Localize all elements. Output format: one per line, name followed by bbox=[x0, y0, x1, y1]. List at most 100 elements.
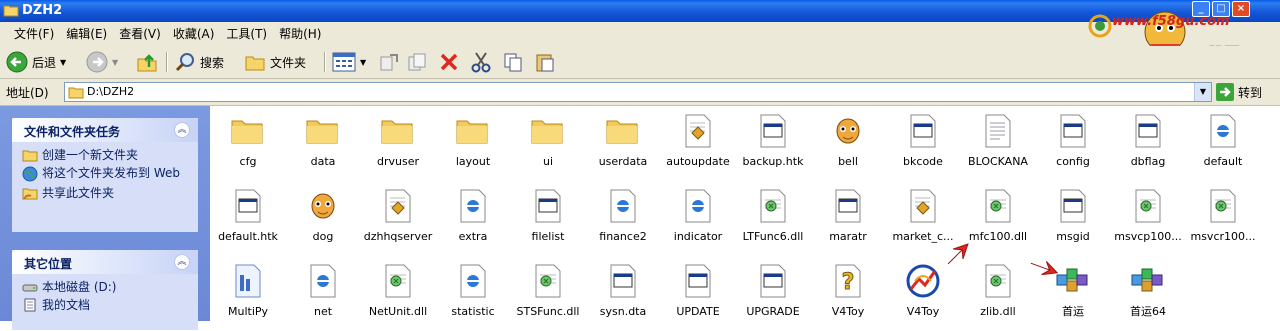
file-name: UPDATE bbox=[676, 305, 720, 318]
folders-button[interactable]: 文件夹 bbox=[244, 50, 306, 74]
folder-icon bbox=[531, 120, 563, 144]
dll-icon bbox=[1210, 189, 1236, 223]
menu-item[interactable]: 文件(F) bbox=[8, 26, 60, 42]
collapse-icon[interactable]: ︽ bbox=[174, 122, 190, 138]
file-name: autoupdate bbox=[666, 155, 730, 168]
cut-button[interactable] bbox=[470, 50, 492, 74]
chevron-down-icon[interactable]: ▼ bbox=[60, 58, 66, 67]
file-item[interactable]: dbflag bbox=[1110, 111, 1186, 181]
copy-to-icon bbox=[408, 53, 426, 71]
menu-item[interactable]: 工具(T) bbox=[220, 26, 273, 42]
doc-file-icon bbox=[235, 264, 261, 298]
file-item[interactable]: market_c... bbox=[885, 186, 961, 256]
window-title: DZH2 bbox=[22, 3, 63, 18]
task-publish-web[interactable]: 将这个文件夹发布到 Web bbox=[22, 166, 188, 182]
menu-item[interactable]: 查看(V) bbox=[113, 26, 167, 42]
globe-icon bbox=[22, 166, 38, 182]
file-item[interactable]: userdata bbox=[585, 111, 661, 181]
back-button[interactable]: 后退 ▼ bbox=[6, 50, 66, 74]
file-item[interactable]: bell bbox=[810, 111, 886, 181]
file-item[interactable]: msvcp100... bbox=[1110, 186, 1186, 256]
file-name: userdata bbox=[598, 155, 648, 168]
copy-to-button[interactable] bbox=[406, 50, 428, 74]
file-item[interactable]: dzhhqserver bbox=[360, 186, 436, 256]
file-item[interactable]: indicator bbox=[660, 186, 736, 256]
place-local-disk[interactable]: 本地磁盘 (D:) bbox=[22, 280, 188, 294]
file-item[interactable]: layout bbox=[435, 111, 511, 181]
go-label: 转到 bbox=[1238, 85, 1263, 100]
share-folder-icon bbox=[22, 188, 38, 200]
chart-app-icon bbox=[906, 264, 940, 298]
bell-face-icon bbox=[311, 193, 335, 219]
file-item[interactable]: default bbox=[1185, 111, 1261, 181]
go-arrow-icon bbox=[1216, 83, 1234, 101]
chevron-down-icon[interactable]: ▼ bbox=[112, 58, 118, 67]
move-to-button[interactable] bbox=[378, 50, 400, 74]
go-button[interactable]: 转到 bbox=[1216, 82, 1262, 102]
delete-button[interactable] bbox=[438, 50, 460, 74]
bell-face-icon bbox=[836, 118, 860, 144]
toolbar: 后退 ▼ ▼ 搜索 文件夹 ▼ bbox=[0, 46, 1280, 79]
file-name: backup.htk bbox=[742, 155, 804, 168]
file-name: statistic bbox=[451, 305, 495, 318]
task-new-folder[interactable]: 创建一个新文件夹 bbox=[22, 148, 188, 162]
file-name: cfg bbox=[239, 155, 257, 168]
file-item[interactable]: LTFunc6.dll bbox=[735, 186, 811, 256]
file-item[interactable]: BLOCKANA bbox=[960, 111, 1036, 181]
file-name: LTFunc6.dll bbox=[742, 230, 804, 243]
up-folder-button[interactable] bbox=[136, 50, 158, 74]
views-button[interactable]: ▼ bbox=[332, 50, 366, 74]
task-label: 创建一个新文件夹 bbox=[42, 148, 139, 162]
chevron-down-icon[interactable]: ▼ bbox=[360, 58, 366, 67]
file-item[interactable]: msvcr100... bbox=[1185, 186, 1261, 256]
other-places-header[interactable]: 其它位置 ︽ bbox=[12, 250, 198, 274]
file-item[interactable]: filelist bbox=[510, 186, 586, 256]
file-item[interactable]: msgid bbox=[1035, 186, 1111, 256]
file-item[interactable]: ui bbox=[510, 111, 586, 181]
file-item[interactable]: drvuser bbox=[360, 111, 436, 181]
copy-button[interactable] bbox=[502, 50, 524, 74]
folder-icon bbox=[3, 5, 19, 17]
file-item[interactable]: backup.htk bbox=[735, 111, 811, 181]
file-item[interactable]: dog bbox=[285, 186, 361, 256]
paste-button[interactable] bbox=[534, 50, 556, 74]
file-item[interactable]: extra bbox=[435, 186, 511, 256]
folders-icon bbox=[245, 56, 265, 71]
file-item[interactable]: config bbox=[1035, 111, 1111, 181]
folder-icon bbox=[68, 87, 84, 99]
file-name: MultiPy bbox=[227, 305, 269, 318]
search-button[interactable]: 搜索 bbox=[174, 50, 224, 74]
task-share-folder[interactable]: 共享此文件夹 bbox=[22, 186, 188, 200]
window-file-icon bbox=[1060, 114, 1086, 148]
file-name: layout bbox=[455, 155, 491, 168]
blocks-app-icon bbox=[1131, 268, 1163, 292]
forward-button[interactable]: ▼ bbox=[86, 50, 118, 74]
file-name: finance2 bbox=[599, 230, 647, 243]
collapse-icon[interactable]: ︽ bbox=[174, 254, 190, 270]
file-name: bkcode bbox=[903, 155, 943, 168]
file-name: msvcr100... bbox=[1190, 230, 1256, 243]
file-item[interactable]: autoupdate bbox=[660, 111, 736, 181]
menu-item[interactable]: 收藏(A) bbox=[167, 26, 221, 42]
address-input[interactable]: D:\DZH2 ▼ bbox=[64, 82, 1212, 102]
file-name: default bbox=[1203, 155, 1243, 168]
file-item[interactable]: maratr bbox=[810, 186, 886, 256]
file-item[interactable]: bkcode bbox=[885, 111, 961, 181]
file-item[interactable]: finance2 bbox=[585, 186, 661, 256]
file-name: UPGRADE bbox=[746, 305, 800, 318]
file-item[interactable]: cfg bbox=[210, 111, 286, 181]
my-documents-icon bbox=[24, 298, 36, 312]
menu-item[interactable]: 编辑(E) bbox=[60, 26, 113, 42]
menu-item[interactable]: 帮助(H) bbox=[273, 26, 327, 42]
file-item[interactable]: default.htk bbox=[210, 186, 286, 256]
file-name: dbflag bbox=[1130, 155, 1166, 168]
address-dropdown-button[interactable]: ▼ bbox=[1194, 83, 1211, 101]
window-file-icon bbox=[610, 264, 636, 298]
file-item[interactable]: data bbox=[285, 111, 361, 181]
dll-icon bbox=[760, 189, 786, 223]
file-name: net bbox=[313, 305, 333, 318]
file-tasks-header[interactable]: 文件和文件夹任务 ︽ bbox=[12, 118, 198, 142]
window-file-icon bbox=[535, 189, 561, 223]
place-my-documents[interactable]: 我的文档 bbox=[22, 298, 188, 312]
search-icon bbox=[175, 53, 194, 72]
